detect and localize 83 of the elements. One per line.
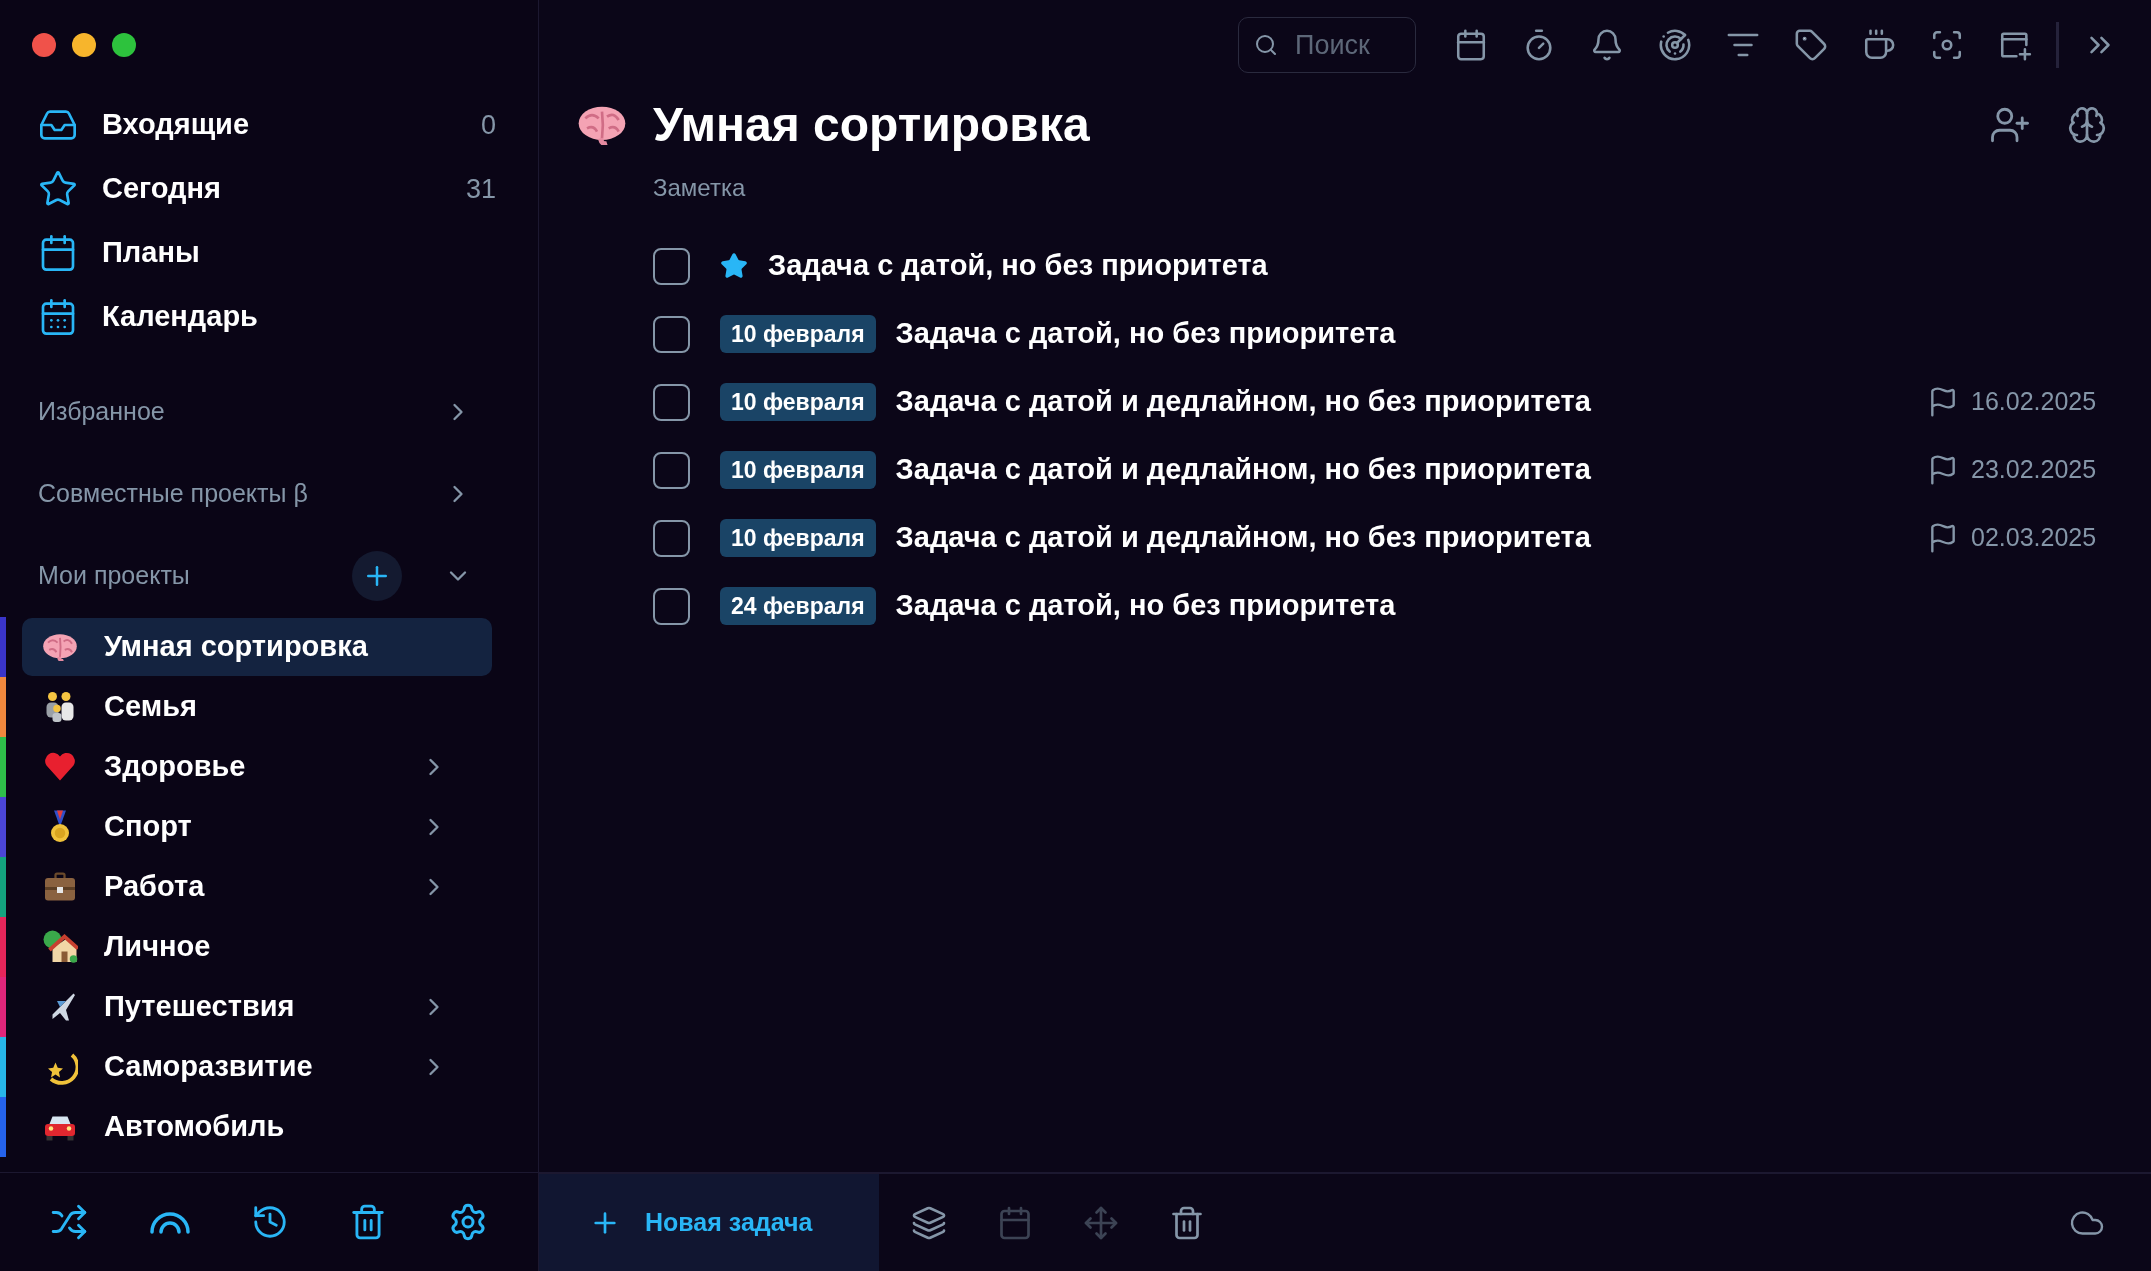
project-label: Автомобиль xyxy=(104,1109,286,1145)
project-label: Спорт xyxy=(104,809,193,845)
date-badge: 10 февраля xyxy=(720,519,876,557)
project-item[interactable]: Спорт xyxy=(22,798,492,856)
project-item[interactable]: Саморазвитие xyxy=(22,1038,492,1096)
project-label: Путешествия xyxy=(104,989,296,1025)
project-label: Здоровье xyxy=(104,749,247,785)
project-label: Саморазвитие xyxy=(104,1049,314,1085)
task-checkbox[interactable] xyxy=(653,519,690,557)
nav-label: Планы xyxy=(102,235,201,271)
task-row[interactable]: 10 февраля Задача с датой и дедлайном, но без приоритета 23.02.2025 xyxy=(653,436,2107,504)
search-field[interactable]: Поиск xyxy=(1238,17,1416,73)
task-row[interactable]: 10 февраля Задача с датой, но без приоритета xyxy=(653,300,2107,368)
deadline-date: 16.02.2025 xyxy=(1971,386,2098,418)
task-text: Задача с датой и дедлайном, но без приоритета xyxy=(895,520,1592,556)
layers-icon[interactable] xyxy=(911,1204,947,1241)
trash-icon[interactable] xyxy=(1169,1204,1205,1241)
project-item[interactable]: Умная сортировка xyxy=(22,618,492,676)
radar-icon[interactable] xyxy=(1658,28,1692,62)
house-icon xyxy=(42,929,78,965)
brain-icon xyxy=(42,632,78,662)
nav-label: Входящие xyxy=(102,107,251,143)
task-checkbox[interactable] xyxy=(653,247,690,285)
date-badge: 10 февраля xyxy=(720,451,876,489)
section-header[interactable]: Избранное xyxy=(0,371,538,453)
task-text: Задача с датой, но без приоритета xyxy=(895,316,1397,352)
search-icon xyxy=(1254,33,1278,57)
task-row[interactable]: 10 февраля Задача с датой и дедлайном, но без приоритета 02.03.2025 xyxy=(653,504,2107,572)
arc-icon[interactable] xyxy=(148,1209,191,1235)
project-label: Работа xyxy=(104,869,206,905)
section-header[interactable]: Мои проекты xyxy=(0,535,538,617)
nav-count: 0 xyxy=(480,108,496,142)
task-text: Задача с датой, но без приоритета xyxy=(768,248,1269,284)
nav-count: 31 xyxy=(465,172,496,206)
project-label: Личное xyxy=(104,929,212,965)
task-text: Задача с датой и дедлайном, но без приоритета xyxy=(895,384,1592,420)
task-text: Задача с датой и дедлайном, но без приоритета xyxy=(895,452,1592,488)
focus-icon[interactable] xyxy=(1930,28,1964,62)
date-badge: 10 февраля xyxy=(720,383,876,421)
nav-item[interactable]: Календарь xyxy=(0,285,538,349)
deadline-date: 02.03.2025 xyxy=(1971,522,2098,554)
brain-outline-icon[interactable] xyxy=(2067,105,2107,145)
project-item[interactable]: Автомобиль xyxy=(22,1098,492,1156)
bell-icon[interactable] xyxy=(1590,28,1624,62)
shuffle-icon[interactable] xyxy=(50,1203,89,1241)
task-checkbox[interactable] xyxy=(653,587,690,625)
project-label: Умная сортировка xyxy=(104,629,369,665)
task-row[interactable]: 24 февраля Задача с датой, но без приоритета xyxy=(653,572,2107,640)
close-button[interactable] xyxy=(32,33,56,57)
brain-icon xyxy=(577,105,627,145)
nav-item[interactable]: Входящие 0 xyxy=(0,93,538,157)
nav-item[interactable]: Сегодня 31 xyxy=(0,157,538,221)
tag-icon[interactable] xyxy=(1794,28,1828,62)
task-checkbox[interactable] xyxy=(653,383,690,421)
deadline-date: 23.02.2025 xyxy=(1971,454,2098,486)
task-row[interactable]: Задача с датой, но без приоритета xyxy=(653,232,2107,300)
add-project-button[interactable] xyxy=(352,551,402,601)
calendar-icon[interactable] xyxy=(1454,28,1488,62)
minimize-button[interactable] xyxy=(72,33,96,57)
date-badge: 24 февраля xyxy=(720,587,876,625)
section-label: Избранное xyxy=(38,396,166,428)
project-item[interactable]: Работа xyxy=(22,858,492,916)
list-title: Умная сортировка xyxy=(653,97,1091,153)
section-header[interactable]: Совместные проекты β xyxy=(0,453,538,535)
project-item[interactable]: Семья xyxy=(22,678,492,736)
project-label: Семья xyxy=(104,689,198,725)
project-item[interactable]: Здоровье xyxy=(22,738,492,796)
cup-icon[interactable] xyxy=(1862,28,1896,62)
project-item[interactable]: Личное xyxy=(22,918,492,976)
date-badge: 10 февраля xyxy=(720,315,876,353)
nav-item[interactable]: Планы xyxy=(0,221,538,285)
new-task-button[interactable]: Новая задача xyxy=(539,1174,879,1271)
nav-label: Календарь xyxy=(102,299,259,335)
task-checkbox[interactable] xyxy=(653,315,690,353)
nav-label: Сегодня xyxy=(102,171,222,207)
list-note: Заметка xyxy=(653,173,747,203)
task-row[interactable]: 10 февраля Задача с датой и дедлайном, но без приоритета 16.02.2025 xyxy=(653,368,2107,436)
zoom-button[interactable] xyxy=(112,33,136,57)
project-item[interactable]: Путешествия xyxy=(22,978,492,1036)
section-label: Мои проекты xyxy=(38,560,191,592)
section-label: Совместные проекты β xyxy=(38,478,309,510)
task-text: Задача с датой, но без приоритета xyxy=(895,588,1397,624)
task-checkbox[interactable] xyxy=(653,451,690,489)
